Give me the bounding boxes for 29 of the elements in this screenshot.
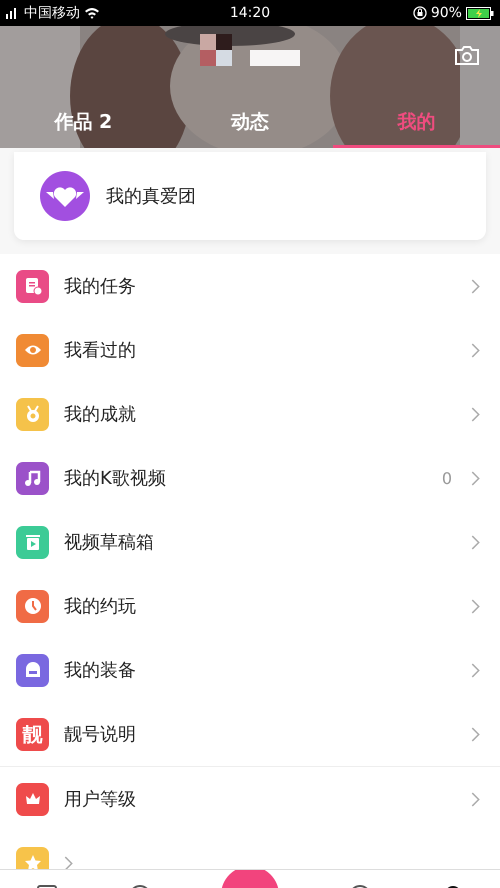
wifi-icon (84, 7, 100, 19)
menu-row[interactable]: 我的任务 (0, 254, 500, 318)
chevron-icon (471, 662, 480, 678)
chevron-icon (471, 278, 480, 294)
menu-row[interactable]: 我的成就 (0, 382, 500, 446)
chevron-icon (471, 598, 480, 614)
menu-row[interactable]: 我的装备 (0, 638, 500, 702)
menu-row[interactable]: 视频草稿箱 (0, 510, 500, 574)
menu-label[interactable]: 我的真爱团 (106, 184, 196, 208)
clock-time: 14:20 (230, 5, 270, 21)
chevron-icon (471, 534, 480, 550)
menu-row[interactable]: 我的K歌视频 0 (0, 446, 500, 510)
chevron-icon (471, 792, 480, 806)
carrier-name: 中国移动 (24, 4, 80, 22)
chevron-icon (471, 726, 480, 742)
chevron-icon (471, 342, 480, 358)
count-text: 0 (442, 468, 452, 488)
battery-icon (466, 6, 494, 20)
chevron-icon (64, 856, 73, 869)
chevron-icon (471, 470, 480, 486)
camera-icon[interactable] (454, 44, 480, 66)
chevron-icon (471, 406, 480, 422)
menu-icon: 靓 (16, 718, 49, 750)
menu-row[interactable]: 靓 靓号说明 (0, 702, 500, 766)
tab[interactable]: 作品 2 (0, 102, 167, 148)
menu-row[interactable]: 我看过的 (0, 318, 500, 382)
battery-percent: 90% (430, 5, 462, 21)
rotation-lock-icon (412, 6, 427, 20)
menu-row[interactable]: 我的约玩 (0, 574, 500, 638)
